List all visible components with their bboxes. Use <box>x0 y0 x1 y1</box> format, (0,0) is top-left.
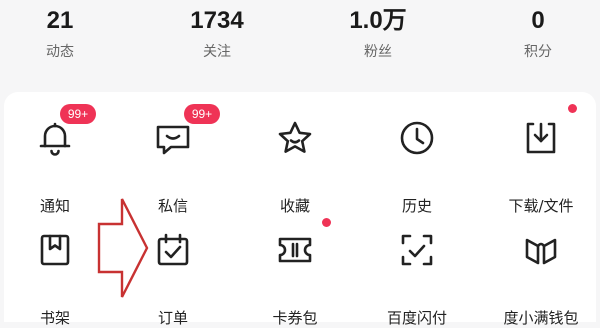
stat-followers-value: 1.0万 <box>349 7 407 34</box>
clock-icon <box>395 116 439 160</box>
grid-item-downloads-label: 下载/文件 <box>508 197 574 215</box>
grid-item-favorites[interactable]: 收藏 <box>236 116 354 216</box>
bookmark-icon <box>33 228 77 272</box>
grid-item-downloads[interactable]: 下载/文件 <box>482 104 600 216</box>
wallet-logo-icon <box>519 228 563 272</box>
grid-item-favorites-label: 收藏 <box>279 197 310 215</box>
grid-item-coupons[interactable]: 卡券包 <box>236 218 354 328</box>
stat-posts-label: 动态 <box>46 44 74 60</box>
scan-check-icon <box>395 228 439 272</box>
calendar-check-icon <box>151 228 195 272</box>
ticket-icon <box>273 228 317 272</box>
grid-item-history-label: 历史 <box>401 197 432 215</box>
stat-points-value: 0 <box>531 7 545 34</box>
grid-item-baidu-pay-label: 百度闪付 <box>386 309 447 327</box>
grid-item-history[interactable]: 历史 <box>358 116 476 216</box>
stat-followers-label: 粉丝 <box>364 44 392 60</box>
downloads-dot <box>568 104 577 113</box>
messages-badge: 99+ <box>184 104 220 124</box>
grid-item-orders-label: 订单 <box>157 309 188 327</box>
download-icon <box>519 116 563 160</box>
grid-item-dxm-wallet-label: 度小满钱包 <box>503 309 579 327</box>
stat-points-label: 积分 <box>524 44 552 60</box>
notifications-badge: 99+ <box>60 104 96 124</box>
stat-following-label: 关注 <box>203 44 231 60</box>
feature-grid-panel: 99+ 通知 99+ 私信 收藏 历史 下载/文件 书架 订单 卡券包 百度闪付… <box>4 92 596 327</box>
stat-following-value: 1734 <box>190 7 244 34</box>
annotation-arrow-icon <box>97 198 149 298</box>
profile-stats-bar: 21 动态 1734 关注 1.0万 粉丝 0 积分 <box>0 0 600 86</box>
coupons-dot <box>322 218 331 227</box>
star-icon <box>273 116 317 160</box>
grid-item-coupons-label: 卡券包 <box>272 309 318 327</box>
grid-item-baidu-pay[interactable]: 百度闪付 <box>358 228 476 328</box>
grid-item-bookshelf-label: 书架 <box>39 309 70 327</box>
stat-posts-value: 21 <box>46 7 74 34</box>
grid-item-dxm-wallet[interactable]: 度小满钱包 <box>482 228 600 328</box>
